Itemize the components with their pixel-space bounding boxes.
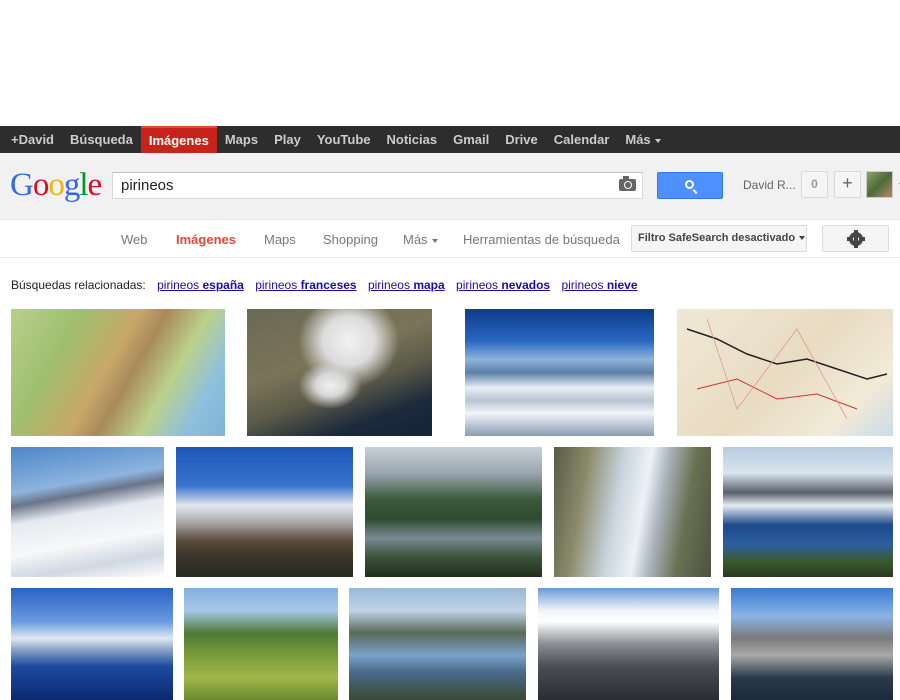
topbar-item-maps[interactable]: Maps <box>217 126 266 153</box>
search-box <box>112 172 643 199</box>
related-searches-label: Búsquedas relacionadas: <box>11 278 146 292</box>
image-result-valley-lake[interactable] <box>349 588 526 700</box>
related-searches: Búsquedas relacionadas: pirineos españa … <box>11 278 638 292</box>
notifications-count-button[interactable]: 0 <box>801 171 828 198</box>
search-header: Google David R... 0 + <box>0 153 900 220</box>
related-link-nieve[interactable]: pirineos nieve <box>561 278 637 292</box>
topbar-item-plus-david[interactable]: +David <box>3 126 62 153</box>
image-result-snow-peaks[interactable] <box>11 447 164 577</box>
image-result-mountain-lake[interactable] <box>723 447 893 577</box>
image-result-road-map[interactable] <box>677 309 893 436</box>
tab-web[interactable]: Web <box>121 232 148 247</box>
image-result-alpine-lake[interactable] <box>731 588 893 700</box>
chevron-down-icon <box>654 138 661 143</box>
topbar-item-play[interactable]: Play <box>266 126 309 153</box>
related-link-mapa[interactable]: pirineos mapa <box>368 278 445 292</box>
search-button[interactable] <box>657 172 723 199</box>
topbar-item-noticias[interactable]: Noticias <box>379 126 446 153</box>
search-icon <box>685 180 694 189</box>
related-link-franceses[interactable]: pirineos franceses <box>255 278 356 292</box>
search-tabs: Web Imágenes Maps Shopping Más Herramien… <box>0 221 900 258</box>
avatar[interactable] <box>866 171 893 198</box>
image-result-snow-peaks-blue[interactable] <box>176 447 353 577</box>
topbar-more-menu[interactable]: Más <box>617 126 668 153</box>
topbar-item-youtube[interactable]: YouTube <box>309 126 379 153</box>
image-result-lake-forest[interactable] <box>365 447 542 577</box>
related-link-espana[interactable]: pirineos españa <box>157 278 244 292</box>
camera-icon[interactable] <box>619 176 636 191</box>
tab-mas-label: Más <box>403 232 428 247</box>
image-result-meadow[interactable] <box>184 588 338 700</box>
topbar-item-drive[interactable]: Drive <box>497 126 546 153</box>
topbar-item-calendar[interactable]: Calendar <box>546 126 618 153</box>
search-input[interactable] <box>113 173 603 198</box>
user-name[interactable]: David R... <box>743 178 796 192</box>
topbar-item-busqueda[interactable]: Búsqueda <box>62 126 141 153</box>
top-navigation-bar: +David Búsqueda Imágenes Maps Play YouTu… <box>0 126 900 153</box>
topbar-item-imagenes[interactable]: Imágenes <box>140 126 217 153</box>
image-result-satellite[interactable] <box>247 309 432 436</box>
image-result-waterfall[interactable] <box>554 447 711 577</box>
tab-mas[interactable]: Más <box>403 232 438 247</box>
google-logo[interactable]: Google <box>10 167 102 203</box>
chevron-down-icon <box>431 238 438 243</box>
safesearch-label: Filtro SafeSearch desactivado <box>638 232 796 244</box>
image-result-rocky-peaks[interactable] <box>538 588 719 700</box>
topbar-more-label: Más <box>625 132 651 147</box>
tab-imagenes[interactable]: Imágenes <box>176 232 236 247</box>
image-result-moonlit-lake[interactable] <box>11 588 173 700</box>
tab-search-tools[interactable]: Herramientas de búsqueda <box>463 232 620 247</box>
tab-maps[interactable]: Maps <box>264 232 296 247</box>
settings-button[interactable] <box>822 225 889 252</box>
topbar-item-gmail[interactable]: Gmail <box>445 126 497 153</box>
safesearch-dropdown[interactable]: Filtro SafeSearch desactivado <box>631 225 807 252</box>
tab-shopping[interactable]: Shopping <box>323 232 378 247</box>
chevron-down-icon <box>799 236 806 241</box>
route-line-graphic <box>686 318 888 420</box>
image-result-aerial-snow[interactable] <box>465 309 654 436</box>
related-link-nevados[interactable]: pirineos nevados <box>456 278 550 292</box>
share-button[interactable]: + <box>834 171 861 198</box>
image-result-relief-map[interactable] <box>11 309 225 436</box>
